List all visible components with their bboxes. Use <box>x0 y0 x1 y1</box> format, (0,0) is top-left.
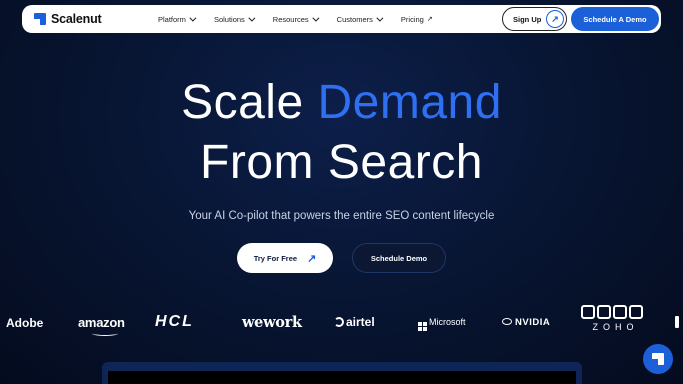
nav-item-resources[interactable]: Resources <box>272 14 320 24</box>
headline-accent: Demand <box>317 76 502 129</box>
client-logos-strip: Adobe amazon HCL wework airtel Microsoft… <box>0 305 683 345</box>
zoho-logo: ZOHO <box>581 305 646 341</box>
hero-headline-line2: From Search <box>200 136 483 189</box>
nav-item-label: Pricing <box>400 14 424 24</box>
sign-up-label: Sign Up <box>513 14 542 24</box>
nvidia-eye-icon <box>502 318 512 325</box>
amazon-logo-text: amazon <box>78 315 125 330</box>
microsoft-grid-icon <box>418 322 427 331</box>
arrow-up-right-icon: ↗ <box>546 10 564 28</box>
chevron-down-icon <box>312 14 320 22</box>
partial-logo <box>675 316 679 328</box>
nav-item-solutions[interactable]: Solutions <box>213 14 256 24</box>
wework-logo: wework <box>242 314 302 331</box>
zoho-logo-text: ZOHO <box>592 322 639 332</box>
nav-item-label: Platform <box>158 14 186 24</box>
amazon-logo: amazon <box>78 315 125 336</box>
schedule-demo-button[interactable]: Schedule Demo <box>352 243 446 273</box>
nav-item-label: Resources <box>272 14 309 24</box>
airtel-logo: airtel <box>334 315 375 329</box>
zoho-boxes-icon <box>581 305 646 319</box>
nav-item-customers[interactable]: Customers <box>336 14 384 24</box>
nav-item-pricing[interactable]: Pricing ↗ <box>401 15 433 24</box>
headline-plain: Scale <box>181 76 304 129</box>
scalenut-logo-icon <box>34 13 46 25</box>
nvidia-logo: NVIDIA <box>502 317 550 328</box>
chevron-down-icon <box>189 14 197 22</box>
scalenut-logo[interactable]: Scalenut <box>34 12 102 26</box>
hcl-logo: HCL <box>155 313 194 330</box>
schedule-a-demo-button[interactable]: Schedule A Demo <box>571 7 659 31</box>
nav-item-label: Customers <box>336 14 373 24</box>
nav-menu: Platform Solutions Resources Customers P… <box>158 5 453 33</box>
airtel-swirl-icon <box>334 317 344 327</box>
nvidia-logo-text: NVIDIA <box>515 317 551 328</box>
microsoft-logo-text: Microsoft <box>429 317 466 327</box>
nav-item-platform[interactable]: Platform <box>158 14 197 24</box>
hero-headline-line1: Scale Demand <box>0 79 683 127</box>
chevron-down-icon <box>376 14 384 22</box>
try-for-free-button[interactable]: Try For Free ↗ <box>237 243 333 273</box>
nav-item-label: Solutions <box>213 14 245 24</box>
try-for-free-label: Try For Free <box>253 253 298 263</box>
arrow-up-right-icon: ↗ <box>307 252 317 265</box>
chat-widget-button[interactable] <box>643 344 673 374</box>
logo-text: Scalenut <box>51 12 102 26</box>
product-preview-screen <box>108 371 576 384</box>
amazon-smile-icon <box>92 331 118 336</box>
arrow-up-right-icon: ↗ <box>426 16 433 23</box>
airtel-logo-text: airtel <box>346 315 375 329</box>
adobe-logo: Adobe <box>6 316 44 330</box>
chevron-down-icon <box>248 14 256 22</box>
top-navbar: Scalenut Platform Solutions Resources Cu… <box>22 5 661 33</box>
hero-subtitle: Your AI Co-pilot that powers the entire … <box>188 210 495 222</box>
sign-up-button[interactable]: Sign Up ↗ <box>502 7 567 31</box>
microsoft-logo: Microsoft <box>418 317 466 331</box>
